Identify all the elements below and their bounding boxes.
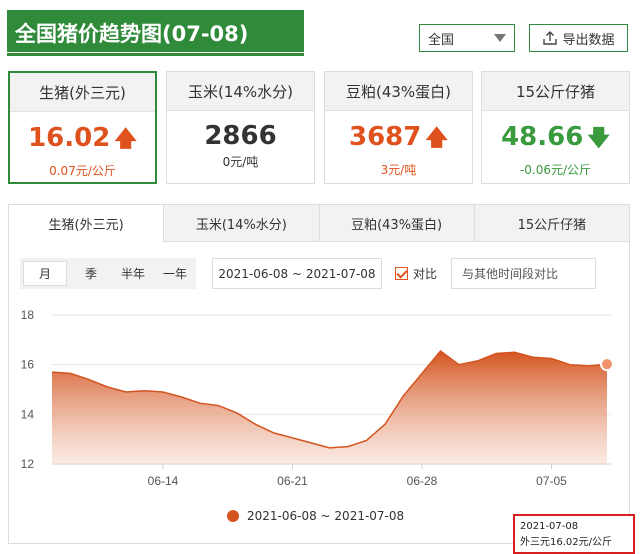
- card-soybean-meal[interactable]: 豆粕(43%蛋白) 3687 🡅 3元/吨: [324, 71, 473, 184]
- y-tick-label: 12: [21, 457, 35, 471]
- export-icon: [543, 31, 558, 45]
- card-corn[interactable]: 玉米(14%水分) 2866 0元/吨: [166, 71, 315, 184]
- chart-legend[interactable]: 2021-06-08 ~ 2021-07-08: [227, 509, 404, 523]
- x-tick-label: 06-14: [148, 474, 179, 488]
- arrow-down-icon: 🡇: [587, 126, 610, 151]
- export-button[interactable]: 导出数据: [529, 24, 628, 52]
- tooltip-date: 2021-07-08: [520, 521, 579, 532]
- arrow-up-icon: 🡅: [114, 127, 137, 152]
- card-title: 豆粕(43%蛋白): [325, 72, 472, 111]
- card-change: 0元/吨: [222, 155, 259, 169]
- card-title: 玉米(14%水分): [167, 72, 314, 111]
- card-change: 0.07元/公斤: [49, 164, 116, 178]
- title-bar: 全国猪价趋势图(07-08): [7, 10, 304, 56]
- region-select-value: 全国: [428, 32, 455, 48]
- series-area: [52, 351, 607, 464]
- arrow-up-icon: 🡅: [425, 126, 448, 151]
- price-area-chart: 12 14 16 18 06-14 06-21 06-28 07-05: [21, 308, 614, 488]
- chart-tooltip: 2021-07-08 外三元16.02元/公斤: [513, 514, 635, 554]
- tooltip-text: 外三元16.02元/公斤: [520, 537, 612, 548]
- x-tick-label: 07-05: [536, 474, 567, 488]
- card-value: 2866: [204, 121, 277, 151]
- y-tick-label: 16: [21, 358, 35, 372]
- chevron-down-icon: [494, 34, 506, 42]
- card-value: 16.02 🡅: [28, 123, 137, 153]
- chart-panel: 生猪(外三元) 玉米(14%水分) 豆粕(43%蛋白) 15公斤仔猪 月 季 半…: [8, 204, 635, 554]
- card-title: 生猪(外三元): [10, 73, 155, 112]
- y-tick-label: 14: [21, 407, 35, 421]
- x-tick-label: 06-21: [277, 474, 308, 488]
- card-value: 3687 🡅: [349, 122, 448, 152]
- legend-dot: [227, 510, 239, 522]
- legend-label: 2021-06-08 ~ 2021-07-08: [247, 509, 405, 523]
- price-cards: 生猪(外三元) 16.02 🡅 0.07元/公斤 玉米(14%水分) 2866 0…: [8, 71, 630, 184]
- region-select[interactable]: 全国: [419, 24, 515, 52]
- card-change: -0.06元/公斤: [519, 163, 592, 177]
- y-tick-label: 18: [21, 308, 35, 322]
- card-piglet[interactable]: 15公斤仔猪 48.66 🡇 -0.06元/公斤: [481, 71, 630, 184]
- page-title: 全国猪价趋势图(07-08): [15, 22, 249, 46]
- highlight-point: [600, 357, 614, 372]
- export-label: 导出数据: [562, 32, 615, 48]
- card-change: 3元/吨: [380, 163, 417, 177]
- card-live-hog[interactable]: 生猪(外三元) 16.02 🡅 0.07元/公斤: [8, 71, 157, 184]
- x-tick-label: 06-28: [407, 474, 438, 488]
- card-value: 48.66 🡇: [501, 122, 610, 152]
- card-title: 15公斤仔猪: [482, 72, 629, 111]
